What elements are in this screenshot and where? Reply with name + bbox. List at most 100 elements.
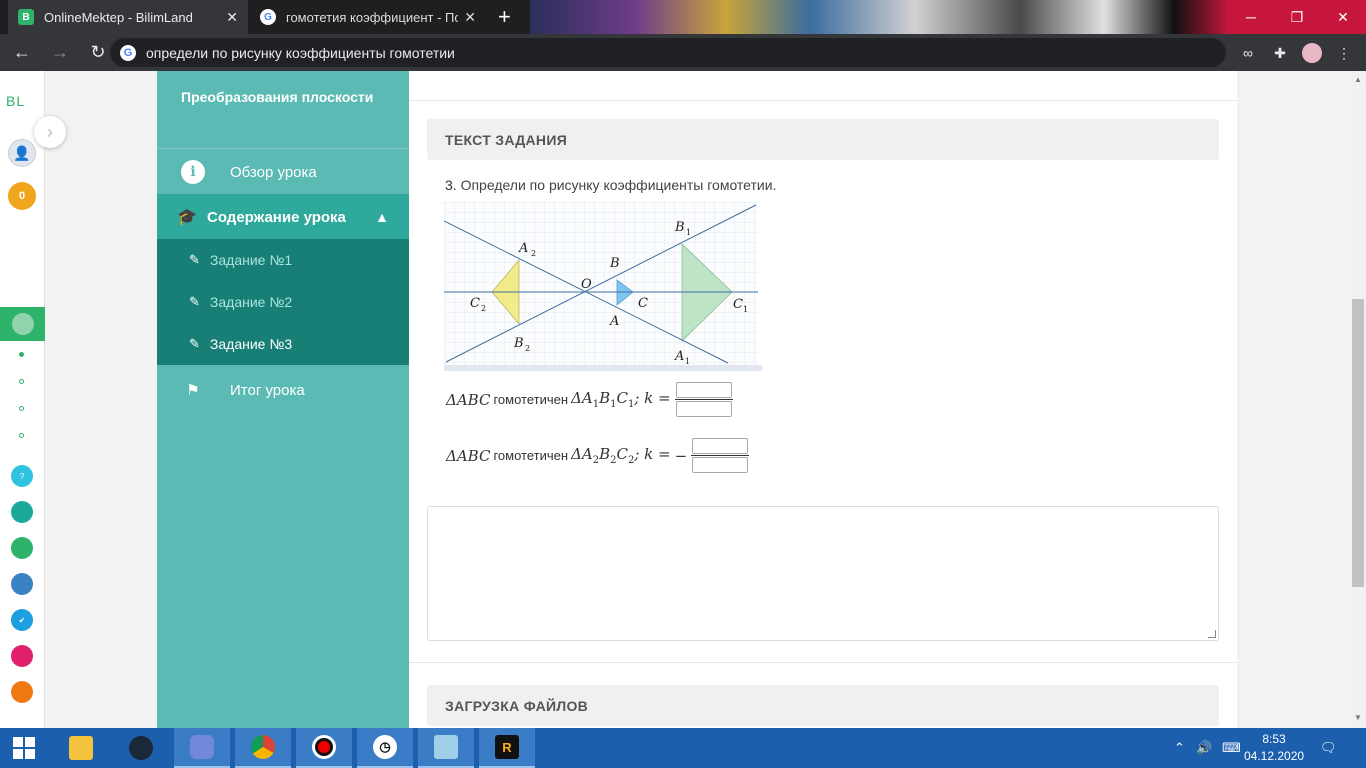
windows-icon [13, 737, 35, 759]
answer-textarea[interactable] [427, 506, 1219, 641]
new-tab-button[interactable]: + [498, 4, 511, 30]
label-o: O [581, 277, 592, 292]
tab-onlinemektep[interactable]: B OnlineMektep - BilimLand ✕ [8, 0, 248, 34]
task-question: 3. Определи по рисунку коэффициенты гомо… [445, 177, 776, 193]
forward-button[interactable]: → [44, 37, 76, 69]
menu-summary[interactable]: ⚑ Итог урока [157, 367, 409, 413]
close-window-button[interactable]: ✕ [1320, 0, 1366, 34]
app-uistudy-icon[interactable] [11, 681, 33, 703]
homothety-figure: A 2 B 1 O B C 2 C C 1 A B 2 A 1 [444, 202, 762, 371]
extension-infinity-icon[interactable]: ∞ [1238, 43, 1258, 63]
extensions-puzzle-icon[interactable]: ✚ [1270, 43, 1290, 63]
label-b1: B [674, 220, 685, 235]
taskbar-chrome[interactable] [235, 728, 291, 768]
rail-dot[interactable] [19, 379, 24, 384]
rail-dot[interactable] [19, 352, 24, 357]
page-scrollbar[interactable]: ▲ ▼ [1350, 71, 1366, 728]
help-icon[interactable]: ? [11, 465, 33, 487]
language-icon[interactable]: ⌨ [1222, 728, 1241, 768]
notifications-icon[interactable]: 🗨 [1320, 728, 1337, 768]
task-item-1[interactable]: ✎ Задание №1 [157, 239, 409, 281]
close-tab-icon[interactable]: ✕ [226, 9, 238, 26]
task-item-2[interactable]: ✎ Задание №2 [157, 281, 409, 323]
eq1-denominator-input[interactable] [675, 401, 732, 417]
rockstar-icon: R [495, 735, 519, 759]
user-avatar[interactable]: 👤 [8, 139, 36, 167]
browser-toolbar: ← → ↻ G определи по рисунку коэффициенты… [0, 34, 1366, 71]
eq2-denominator-input[interactable] [692, 457, 749, 473]
eq2-left: ΔABC [446, 446, 491, 465]
eq1-word: гомотетичен [493, 392, 569, 407]
collapse-rail-button[interactable]: › [34, 116, 66, 148]
address-bar[interactable]: G определи по рисунку коэффициенты гомот… [110, 38, 1226, 67]
label-c: C [638, 296, 648, 311]
rail-online-mektep[interactable] [0, 307, 45, 341]
chevron-up-icon: ▲ [375, 209, 389, 225]
task-question-text: Определи по рисунку коэффициенты гомотет… [460, 177, 777, 193]
bilimland-logo[interactable]: BL [6, 93, 25, 109]
coin-counter[interactable]: 0 [8, 182, 36, 210]
menu-content-label: Содержание урока [207, 208, 346, 226]
restore-button[interactable]: ❐ [1274, 0, 1320, 34]
volume-icon[interactable]: 🔊 [1196, 728, 1212, 768]
online-mektep-icon [11, 313, 34, 335]
taskbar-file-explorer[interactable] [53, 728, 109, 768]
label-a1: A [674, 349, 684, 364]
start-button[interactable] [0, 728, 48, 768]
taskbar-clock[interactable]: 8:53 04.12.2020 [1244, 731, 1304, 765]
taskbar-discord[interactable] [174, 728, 230, 768]
taskbar-steam[interactable] [113, 728, 169, 768]
tray-overflow-icon[interactable]: ⌃ [1174, 728, 1185, 768]
task-item-label: Задание №2 [209, 294, 293, 310]
lesson-sidebar: Преобразования плоскости i Обзор урока 🎓… [157, 71, 409, 728]
taskbar-clock-app[interactable]: ◷ [357, 728, 413, 768]
browser-menu-icon[interactable]: ⋮ [1334, 43, 1354, 63]
chrome-icon [251, 735, 275, 759]
tab-google-search[interactable]: G гомотетия коэффициент - Поиск ✕ [250, 0, 486, 34]
eq1-numerator-input[interactable] [675, 382, 732, 398]
browser-theme-art [530, 0, 1230, 34]
taskbar-recorder[interactable] [296, 728, 352, 768]
taskbar-rockstar[interactable]: R [479, 728, 535, 768]
equation-1: ΔABC гомотетичен ΔA1B1C1; k = [446, 382, 733, 417]
profile-avatar[interactable] [1302, 43, 1322, 63]
menu-lesson-content[interactable]: 🎓 Содержание урока ▲ [157, 194, 409, 240]
eq2-numerator-input[interactable] [692, 438, 749, 454]
edit-icon: ✎ [189, 294, 200, 309]
rail-dot[interactable] [19, 406, 24, 411]
record-icon [312, 735, 336, 759]
menu-overview[interactable]: i Обзор урока [157, 149, 409, 195]
file-upload-header: ЗАГРУЗКА ФАЙЛОВ [427, 685, 1219, 726]
task-item-label: Задание №3 [209, 336, 293, 352]
taskbar-notes[interactable] [418, 728, 474, 768]
task-item-3[interactable]: ✎ Задание №3 [157, 323, 409, 365]
back-button[interactable]: ← [6, 37, 38, 69]
scroll-down-icon[interactable]: ▼ [1354, 713, 1362, 722]
eq2-word: гомотетичен [493, 448, 569, 463]
menu-overview-label: Обзор урока [230, 163, 317, 181]
label-b2: B [513, 336, 524, 351]
resize-handle[interactable] [1208, 630, 1216, 638]
scroll-thumb[interactable] [1352, 299, 1364, 587]
task-text-header: ТЕКСТ ЗАДАНИЯ [427, 119, 1219, 160]
equation-2: ΔABC гомотетичен ΔA2B2C2; k = − [446, 438, 750, 473]
label-a: A [609, 314, 619, 329]
app-bilimland-icon[interactable] [11, 537, 33, 559]
eq1-fraction [674, 382, 733, 417]
label-c2-sub: 2 [481, 304, 486, 313]
app-twig-icon[interactable] [11, 645, 33, 667]
clock-date: 04.12.2020 [1244, 749, 1305, 763]
minimize-button[interactable]: ─ [1228, 0, 1274, 34]
tab-title: гомотетия коэффициент - Поиск [286, 9, 459, 25]
close-tab-icon[interactable]: ✕ [464, 9, 476, 26]
app-bilimbook-icon[interactable] [11, 573, 33, 595]
notepad-icon [434, 735, 458, 759]
app-test-icon[interactable]: ✔ [11, 609, 33, 631]
tab-title: OnlineMektep - BilimLand [44, 9, 193, 25]
app-pisa-icon[interactable] [11, 501, 33, 523]
scroll-up-icon[interactable]: ▲ [1354, 75, 1362, 84]
clock-icon: ◷ [373, 735, 397, 759]
label-c1: C [733, 297, 743, 312]
rail-dot[interactable] [19, 433, 24, 438]
google-icon: G [260, 9, 276, 25]
